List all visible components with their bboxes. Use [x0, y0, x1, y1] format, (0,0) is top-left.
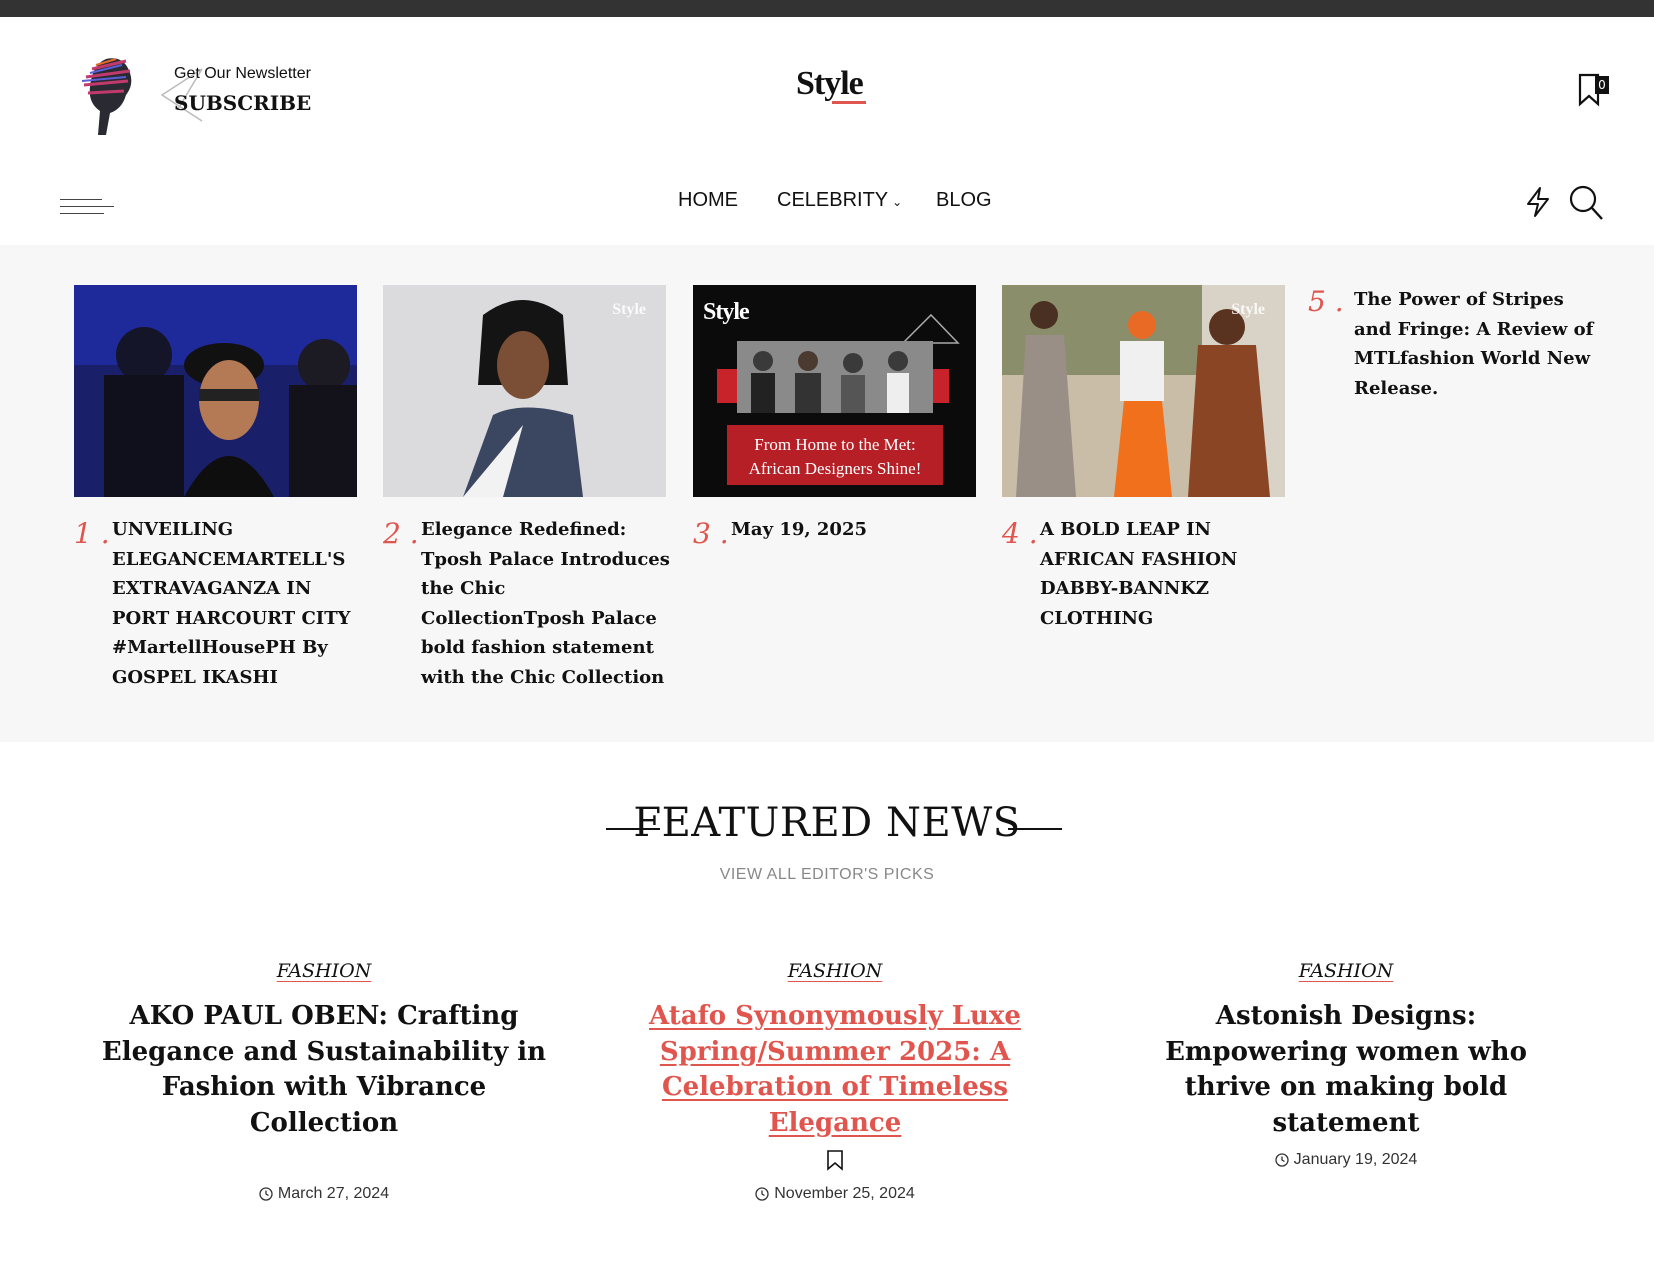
featured-card[interactable]: FASHION Atafo Synonymously Luxe Spring/S…: [610, 960, 1060, 1206]
newsletter-label: Get Our Newsletter: [174, 65, 311, 82]
section-title: FEATURED NEWS: [633, 800, 1021, 846]
trending-thumbnail[interactable]: Style From Home to the Met: African Desi…: [693, 285, 976, 497]
featured-header: FEATURED NEWS: [0, 800, 1654, 846]
site-logo[interactable]: Style: [796, 67, 868, 111]
trending-title[interactable]: The Power of Stripes and Fringe: A Revie…: [1354, 285, 1604, 403]
trending-card[interactable]: Style 2 . Elegance Redefined: Tposh Pala…: [383, 285, 670, 688]
image-watermark: Style: [612, 301, 646, 318]
trending-rank: 5 .: [1308, 285, 1344, 318]
trending-rank: 4 .: [1002, 517, 1038, 550]
divider-line: [1008, 828, 1062, 830]
trending-button[interactable]: [1524, 186, 1552, 218]
trending-title[interactable]: Elegance Redefined: Tposh Palace Introdu…: [421, 515, 671, 692]
featured-title[interactable]: AKO PAUL OBEN: Crafting Elegance and Sus…: [99, 999, 549, 1141]
banner-line: From Home to the Met:: [754, 435, 916, 454]
image-watermark: Style: [703, 299, 750, 325]
bookmark-count: 0: [1595, 76, 1609, 94]
bookmark-icon[interactable]: [826, 1149, 844, 1171]
category-link[interactable]: FASHION: [277, 960, 372, 982]
nav-item-label: CELEBRITY: [777, 189, 889, 211]
trending-rank: 3 .: [693, 517, 729, 550]
featured-title[interactable]: Astonish Designs: Empowering women who t…: [1121, 999, 1571, 1141]
trending-thumbnail[interactable]: [74, 285, 357, 497]
post-date: January 19, 2024: [1275, 1151, 1418, 1169]
clock-icon: [259, 1187, 273, 1201]
view-all-link[interactable]: VIEW ALL EDITOR'S PICKS: [0, 866, 1654, 884]
featured-card[interactable]: FASHION Astonish Designs: Empowering wom…: [1121, 960, 1571, 1172]
chevron-down-icon: ⌄: [892, 195, 903, 209]
nav-item-label: BLOG: [936, 189, 992, 211]
bookmarks-button[interactable]: 0: [1578, 73, 1609, 109]
date-text: March 27, 2024: [277, 1185, 390, 1202]
featured-card[interactable]: FASHION AKO PAUL OBEN: Crafting Elegance…: [99, 960, 549, 1206]
category-link[interactable]: FASHION: [788, 960, 883, 982]
trending-title[interactable]: A BOLD LEAP IN AFRICAN FASHION DABBY-BAN…: [1040, 515, 1290, 633]
lightning-icon: [1527, 187, 1549, 217]
search-icon: [1569, 185, 1603, 220]
top-bar: [0, 0, 1654, 17]
trending-thumbnail[interactable]: Style: [1002, 285, 1285, 497]
date-text: January 19, 2024: [1293, 1151, 1418, 1168]
category-link[interactable]: FASHION: [1299, 960, 1394, 982]
subscribe-link[interactable]: SUBSCRIBE: [174, 91, 311, 115]
date-text: November 25, 2024: [774, 1185, 915, 1202]
trending-section: 1 . UNVEILING ELEGANCEMARTELL'S EXTRAVAG…: [0, 245, 1654, 742]
nav-item-celebrity[interactable]: CELEBRITY ⌄: [777, 189, 902, 212]
trending-rank: 2 .: [383, 517, 419, 550]
logo-text: Style: [796, 65, 864, 102]
trending-card[interactable]: Style From Home to the Met: African Desi…: [693, 285, 976, 550]
nav-item-home[interactable]: HOME: [678, 189, 738, 212]
trending-card[interactable]: 1 . UNVEILING ELEGANCEMARTELL'S EXTRAVAG…: [74, 285, 357, 688]
search-button[interactable]: [1568, 184, 1604, 222]
nav-item-label: HOME: [678, 189, 738, 211]
trending-title[interactable]: May 19, 2025: [731, 515, 981, 545]
trending-title[interactable]: UNVEILING ELEGANCEMARTELL'S EXTRAVAGANZA…: [112, 515, 362, 692]
trending-card[interactable]: Style 4 . A BOLD LEAP IN AFRICAN FASHION…: [1002, 285, 1285, 629]
image-banner: From Home to the Met: African Designers …: [727, 433, 943, 481]
nav-item-blog[interactable]: BLOG: [936, 189, 992, 212]
featured-title[interactable]: Atafo Synonymously Luxe Spring/Summer 20…: [610, 999, 1060, 1141]
newsletter-illustration: [76, 51, 167, 141]
divider-line: [606, 828, 660, 830]
post-date: March 27, 2024: [259, 1185, 389, 1203]
main-nav: HOME CELEBRITY ⌄ BLOG: [0, 189, 1654, 223]
banner-line: African Designers Shine!: [748, 459, 922, 478]
trending-rank: 1 .: [74, 517, 110, 550]
clock-icon: [1275, 1153, 1289, 1167]
logo-underline: [832, 101, 866, 104]
trending-thumbnail[interactable]: Style: [383, 285, 666, 497]
clock-icon: [755, 1187, 769, 1201]
image-watermark: Style: [1231, 301, 1265, 318]
post-date: November 25, 2024: [755, 1185, 915, 1203]
